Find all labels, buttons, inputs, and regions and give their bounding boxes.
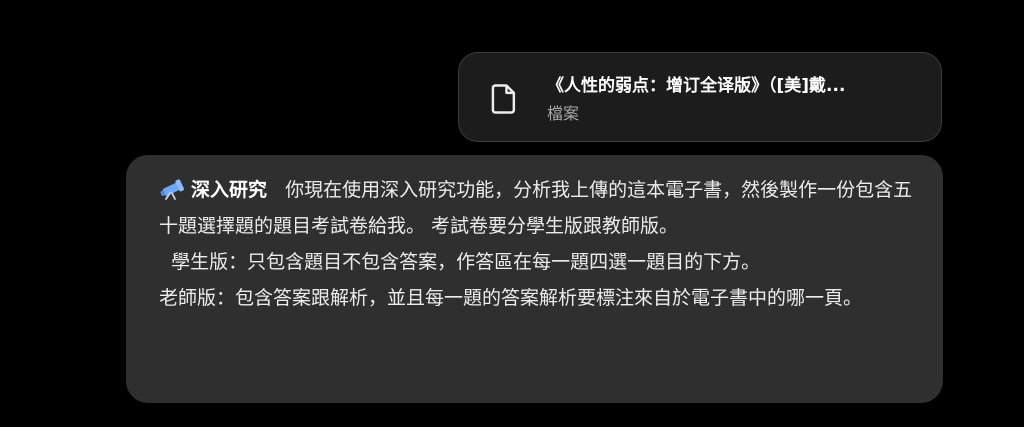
file-type-label: 檔案	[547, 104, 580, 123]
telescope-icon	[160, 179, 185, 200]
message-text: 深入研究 你現在使用深入研究功能，分析我上傳的這本電子書，然後製作一份包含五十題…	[159, 172, 917, 316]
file-title: 《人性的弱点：增订全译版》（[美]戴...	[547, 76, 846, 96]
deep-research-label: 深入研究	[191, 179, 268, 201]
message-body: 你現在使用深入研究功能，分析我上傳的這本電子書，然後製作一份包含五十題選擇題的題…	[159, 179, 913, 309]
attached-file-card[interactable]: 《人性的弱点：增订全译版》（[美]戴... 檔案	[458, 52, 942, 142]
document-icon	[491, 84, 516, 114]
user-message-bubble: 深入研究 你現在使用深入研究功能，分析我上傳的這本電子書，然後製作一份包含五十題…	[126, 155, 943, 403]
